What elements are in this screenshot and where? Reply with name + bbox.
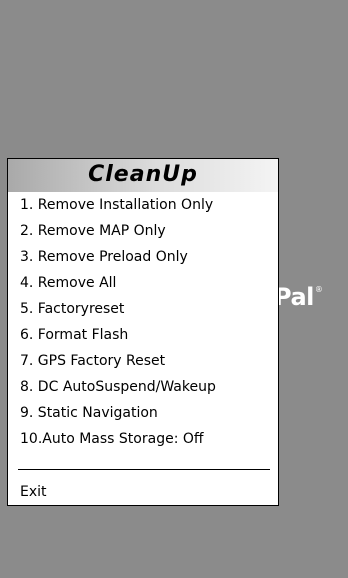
menu-item-remove-map-only[interactable]: 2. Remove MAP Only xyxy=(8,218,278,244)
menu-item-remove-preload-only[interactable]: 3. Remove Preload Only xyxy=(8,244,278,270)
menu-item-remove-installation-only[interactable]: 1. Remove Installation Only xyxy=(8,192,278,218)
cleanup-menu: CleanUp 1. Remove Installation Only 2. R… xyxy=(7,158,279,506)
menu-item-auto-mass-storage[interactable]: 10.Auto Mass Storage: Off xyxy=(8,426,278,452)
background-logo-text: Pal xyxy=(274,283,314,311)
menu-divider xyxy=(18,469,270,470)
menu-title: CleanUp xyxy=(8,159,278,192)
menu-item-remove-all[interactable]: 4. Remove All xyxy=(8,270,278,296)
device-screen: Pal® CleanUp 1. Remove Installation Only… xyxy=(0,0,348,578)
menu-item-static-navigation[interactable]: 9. Static Navigation xyxy=(8,400,278,426)
menu-item-exit[interactable]: Exit xyxy=(8,479,278,505)
menu-item-gps-factory-reset[interactable]: 7. GPS Factory Reset xyxy=(8,348,278,374)
menu-item-format-flash[interactable]: 6. Format Flash xyxy=(8,322,278,348)
background-logo-mark: ® xyxy=(314,285,323,294)
menu-item-list: 1. Remove Installation Only 2. Remove MA… xyxy=(8,192,278,452)
menu-item-dc-autosuspend-wakeup[interactable]: 8. DC AutoSuspend/Wakeup xyxy=(8,374,278,400)
background-logo: Pal® xyxy=(274,283,323,311)
menu-item-factoryreset[interactable]: 5. Factoryreset xyxy=(8,296,278,322)
